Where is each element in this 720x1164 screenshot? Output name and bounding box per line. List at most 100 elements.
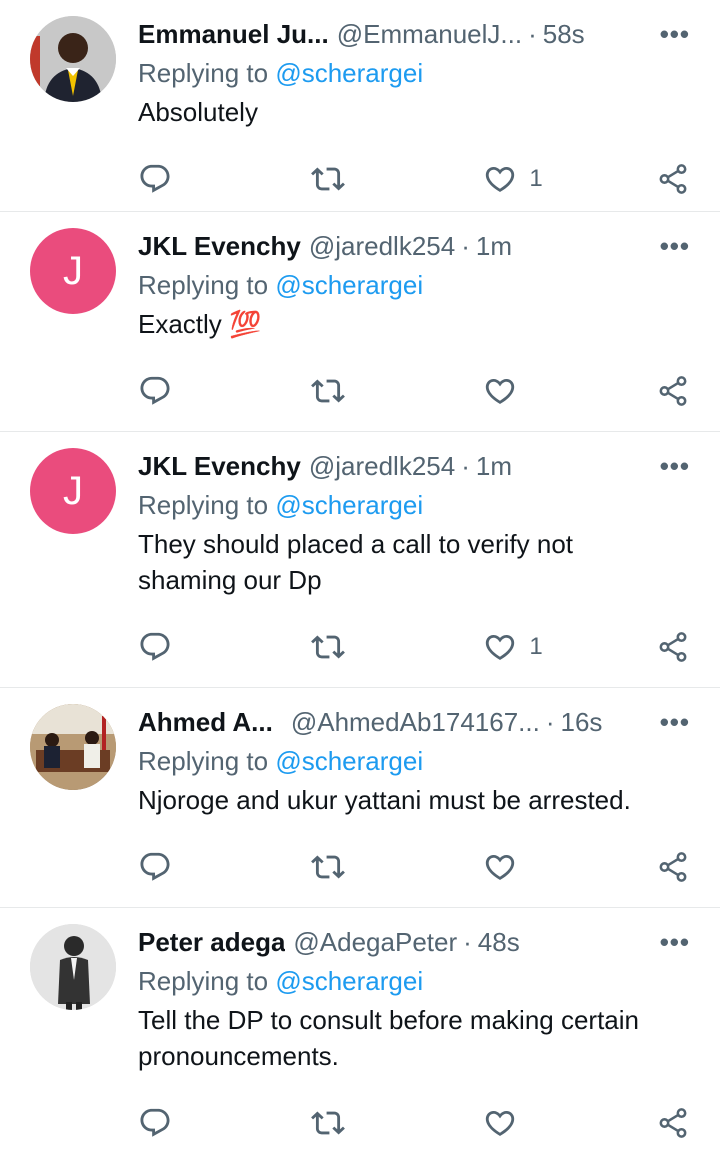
display-name[interactable]: Ahmed A... bbox=[138, 707, 273, 738]
replying-to-label: Replying to bbox=[138, 490, 269, 520]
user-handle[interactable]: @AhmedAb174167... bbox=[291, 707, 540, 738]
separator-dot: · bbox=[528, 18, 537, 49]
retweet-icon bbox=[310, 167, 345, 191]
tweet-header: JKL Evenchy @jaredlk254 · 1m ••• bbox=[138, 226, 690, 266]
more-icon[interactable]: ••• bbox=[650, 927, 690, 958]
retweet-icon bbox=[310, 1111, 345, 1135]
share-icon bbox=[659, 164, 687, 194]
tweet-header: Peter adega @AdegaPeter · 48s ••• bbox=[138, 922, 690, 962]
tweet-actions bbox=[138, 826, 690, 908]
reply-button[interactable] bbox=[138, 630, 208, 664]
timestamp[interactable]: 1m bbox=[476, 231, 512, 262]
reply-button[interactable] bbox=[138, 162, 208, 196]
replying-to: Replying to @scherargei bbox=[138, 266, 690, 304]
reply-icon bbox=[140, 376, 170, 405]
reply-button[interactable] bbox=[138, 374, 208, 408]
user-handle[interactable]: @EmmanuelJ... bbox=[337, 19, 522, 50]
mention-link[interactable]: @scherargei bbox=[275, 270, 423, 300]
retweet-icon bbox=[310, 855, 345, 879]
replying-to-label: Replying to bbox=[138, 270, 269, 300]
user-handle[interactable]: @jaredlk254 bbox=[309, 451, 455, 482]
share-button[interactable] bbox=[656, 850, 690, 884]
avatar[interactable]: J bbox=[30, 448, 116, 534]
share-button[interactable] bbox=[656, 374, 690, 408]
tweet-text: Njoroge and ukur yattani must be arreste… bbox=[138, 785, 631, 815]
retweet-button[interactable] bbox=[310, 374, 381, 408]
retweet-icon bbox=[310, 635, 345, 659]
display-name[interactable]: JKL Evenchy bbox=[138, 451, 301, 482]
like-count: 1 bbox=[529, 165, 543, 192]
display-name[interactable]: JKL Evenchy bbox=[138, 231, 301, 262]
mention-link[interactable]: @scherargei bbox=[275, 966, 423, 996]
tweet-actions bbox=[138, 350, 690, 432]
replies-feed: Emmanuel Ju... @EmmanuelJ... · 58s ••• R… bbox=[0, 0, 720, 1138]
tweet-header: Emmanuel Ju... @EmmanuelJ... · 58s ••• bbox=[138, 14, 690, 54]
share-button[interactable] bbox=[656, 630, 690, 664]
retweet-button[interactable] bbox=[310, 630, 381, 664]
tweet-text: Absolutely bbox=[138, 97, 258, 127]
like-icon bbox=[486, 854, 515, 880]
timestamp[interactable]: 48s bbox=[478, 927, 520, 958]
separator-dot: · bbox=[461, 450, 470, 481]
timestamp[interactable]: 1m bbox=[476, 451, 512, 482]
tweet[interactable]: J JKL Evenchy @jaredlk254 · 1m ••• Reply… bbox=[0, 212, 720, 432]
retweet-button[interactable] bbox=[310, 850, 381, 884]
more-icon[interactable]: ••• bbox=[650, 707, 690, 738]
like-icon bbox=[486, 634, 515, 660]
replying-to-label: Replying to bbox=[138, 58, 269, 88]
tweet-header: Ahmed A... @AhmedAb174167... · 16s ••• bbox=[138, 702, 690, 742]
like-button[interactable]: 1 bbox=[483, 630, 553, 664]
tweet[interactable]: J JKL Evenchy @jaredlk254 · 1m ••• Reply… bbox=[0, 432, 720, 688]
retweet-icon bbox=[310, 379, 345, 403]
user-handle[interactable]: @AdegaPeter bbox=[293, 927, 457, 958]
tweet[interactable]: Ahmed A... @AhmedAb174167... · 16s ••• R… bbox=[0, 688, 720, 908]
like-button[interactable] bbox=[483, 374, 553, 408]
display-name[interactable]: Peter adega bbox=[138, 927, 285, 958]
tweet-actions: 1 bbox=[138, 606, 690, 688]
tweet-text: Tell the DP to consult before making cer… bbox=[138, 1005, 640, 1071]
tweet-text: Exactly 💯 bbox=[138, 309, 262, 339]
share-icon bbox=[659, 632, 687, 662]
replying-to: Replying to @scherargei bbox=[138, 742, 690, 780]
display-name[interactable]: Emmanuel Ju... bbox=[138, 19, 329, 50]
timestamp[interactable]: 58s bbox=[543, 19, 585, 50]
avatar[interactable] bbox=[30, 924, 116, 1010]
like-button[interactable] bbox=[483, 850, 553, 884]
replying-to: Replying to @scherargei bbox=[138, 962, 690, 1000]
mention-link[interactable]: @scherargei bbox=[275, 490, 423, 520]
more-icon[interactable]: ••• bbox=[650, 19, 690, 50]
replying-to-label: Replying to bbox=[138, 746, 269, 776]
tweet[interactable]: Emmanuel Ju... @EmmanuelJ... · 58s ••• R… bbox=[0, 0, 720, 212]
reply-icon bbox=[140, 1108, 170, 1137]
mention-link[interactable]: @scherargei bbox=[275, 746, 423, 776]
reply-button[interactable] bbox=[138, 1106, 208, 1140]
reply-button[interactable] bbox=[138, 850, 208, 884]
user-handle[interactable]: @jaredlk254 bbox=[309, 231, 455, 262]
tweet-actions bbox=[138, 1082, 690, 1164]
avatar[interactable]: J bbox=[30, 228, 116, 314]
mention-link[interactable]: @scherargei bbox=[275, 58, 423, 88]
timestamp[interactable]: 16s bbox=[561, 707, 603, 738]
share-icon bbox=[659, 1108, 687, 1138]
share-button[interactable] bbox=[656, 162, 690, 196]
like-icon bbox=[486, 1110, 515, 1136]
tweet[interactable]: Peter adega @AdegaPeter · 48s ••• Replyi… bbox=[0, 908, 720, 1138]
like-button[interactable] bbox=[483, 1106, 553, 1140]
tweet-actions: 1 bbox=[138, 138, 690, 220]
share-icon bbox=[659, 852, 687, 882]
retweet-button[interactable] bbox=[310, 162, 381, 196]
like-icon bbox=[486, 378, 515, 404]
retweet-button[interactable] bbox=[310, 1106, 381, 1140]
more-icon[interactable]: ••• bbox=[650, 451, 690, 482]
avatar[interactable] bbox=[30, 704, 116, 790]
like-count: 1 bbox=[529, 633, 543, 660]
replying-to-label: Replying to bbox=[138, 966, 269, 996]
replying-to: Replying to @scherargei bbox=[138, 486, 690, 524]
like-button[interactable]: 1 bbox=[483, 162, 553, 196]
share-button[interactable] bbox=[656, 1106, 690, 1140]
reply-icon bbox=[140, 164, 170, 193]
avatar[interactable] bbox=[30, 16, 116, 102]
tweet-text: They should placed a call to verify not … bbox=[138, 529, 574, 595]
more-icon[interactable]: ••• bbox=[650, 231, 690, 262]
separator-dot: · bbox=[463, 926, 472, 957]
